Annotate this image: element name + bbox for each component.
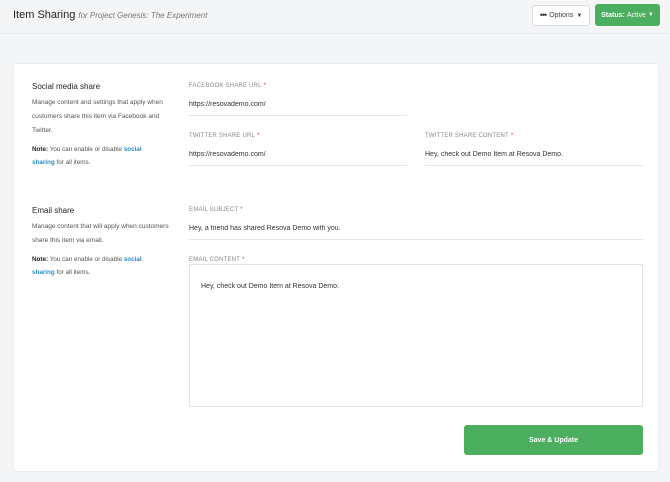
caret-down-icon: ▼ <box>647 12 654 18</box>
required-marker: * <box>263 83 267 89</box>
note-suffix: for all items. <box>54 159 91 166</box>
email-content-label: EMAIL CONTENT * <box>189 257 245 263</box>
email-subject-input[interactable] <box>189 218 643 240</box>
save-update-button[interactable]: Save & Update <box>464 425 643 455</box>
page-title: Item Sharing for Project Genesis: The Exp… <box>13 9 207 21</box>
note-text: You can enable or disable <box>48 146 124 153</box>
options-label: Options <box>549 12 574 19</box>
twitter-url-input[interactable] <box>189 144 407 166</box>
email-subject-label: EMAIL SUBJECT * <box>189 207 243 213</box>
status-button[interactable]: Status: Active ▼ <box>595 4 660 26</box>
social-section-description: Manage content and settings that apply w… <box>32 99 163 134</box>
required-marker: * <box>242 257 245 263</box>
page-title-text: Item Sharing <box>13 9 76 21</box>
note-label: Note: <box>32 146 49 153</box>
note-suffix: for all items. <box>54 269 91 276</box>
email-section-note: Note: You can enable or disable social s… <box>32 253 162 279</box>
required-marker: * <box>510 133 514 139</box>
page-subtitle: for Project Genesis: The Experiment <box>78 11 208 20</box>
twitter-url-label: TWITTER SHARE URL * <box>189 133 260 139</box>
facebook-url-label: FACEBOOK SHARE URL * <box>189 83 267 89</box>
email-section-description: Manage content that will apply when cust… <box>32 223 169 244</box>
more-dots-icon: ••• <box>539 10 548 20</box>
options-button[interactable]: ••• Options ▼ <box>532 5 590 26</box>
email-section-title: Email share <box>32 206 75 215</box>
social-section-note: Note: You can enable or disable social s… <box>32 143 162 169</box>
twitter-content-label: TWITTER SHARE CONTENT * <box>425 133 514 139</box>
twitter-content-input[interactable] <box>425 144 643 166</box>
required-marker: * <box>257 133 260 139</box>
status-value: Active <box>626 11 646 19</box>
email-content-textarea[interactable]: Hey, check out Demo Item at Resova Demo. <box>189 264 643 407</box>
caret-down-icon: ▼ <box>576 12 583 19</box>
social-section-title: Social media share <box>32 82 101 91</box>
sharing-card: Social media share Manage content and se… <box>13 63 659 472</box>
status-prefix: Status: <box>601 11 625 19</box>
facebook-url-input[interactable] <box>189 94 407 116</box>
required-marker: * <box>240 207 243 213</box>
top-bar: Item Sharing for Project Genesis: The Exp… <box>0 0 670 34</box>
note-label: Note: <box>32 256 49 263</box>
note-text: You can enable or disable <box>48 256 124 263</box>
